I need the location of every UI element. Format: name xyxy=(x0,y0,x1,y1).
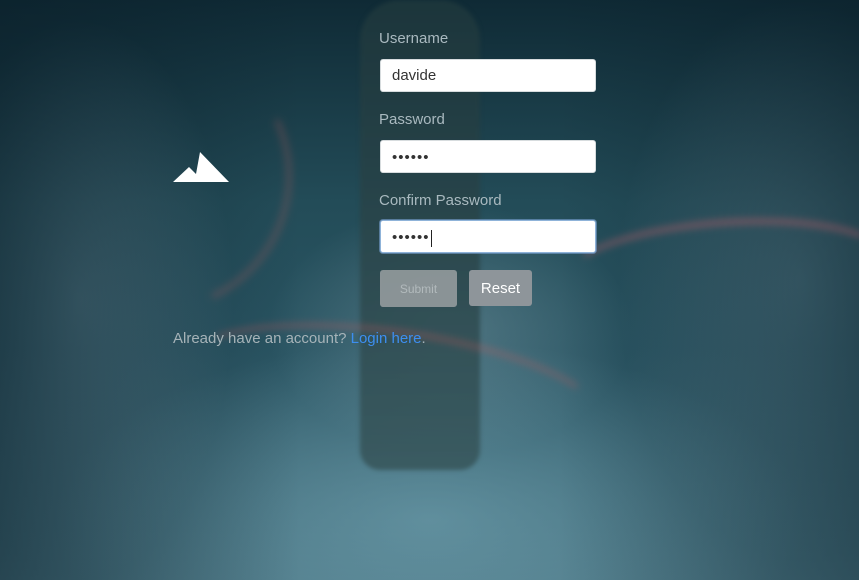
username-label: Username xyxy=(379,30,449,47)
login-prompt-period: . xyxy=(421,330,426,347)
password-value: •••••• xyxy=(392,149,430,166)
password-label: Password xyxy=(379,111,445,128)
confirm-password-field[interactable]: •••••• xyxy=(380,220,596,253)
reset-button[interactable]: Reset xyxy=(469,270,532,306)
password-field[interactable]: •••••• xyxy=(380,140,596,173)
text-caret xyxy=(430,229,432,247)
login-link[interactable]: Login here xyxy=(351,330,422,347)
submit-button[interactable]: Submit xyxy=(380,270,457,307)
login-prompt: Already have an account? Login here. xyxy=(173,330,426,347)
username-field[interactable] xyxy=(380,59,596,92)
confirm-password-label: Confirm Password xyxy=(379,192,502,209)
login-prompt-text: Already have an account? xyxy=(173,330,351,347)
mountain-icon xyxy=(173,152,229,182)
confirm-password-value: •••••• xyxy=(392,229,430,246)
